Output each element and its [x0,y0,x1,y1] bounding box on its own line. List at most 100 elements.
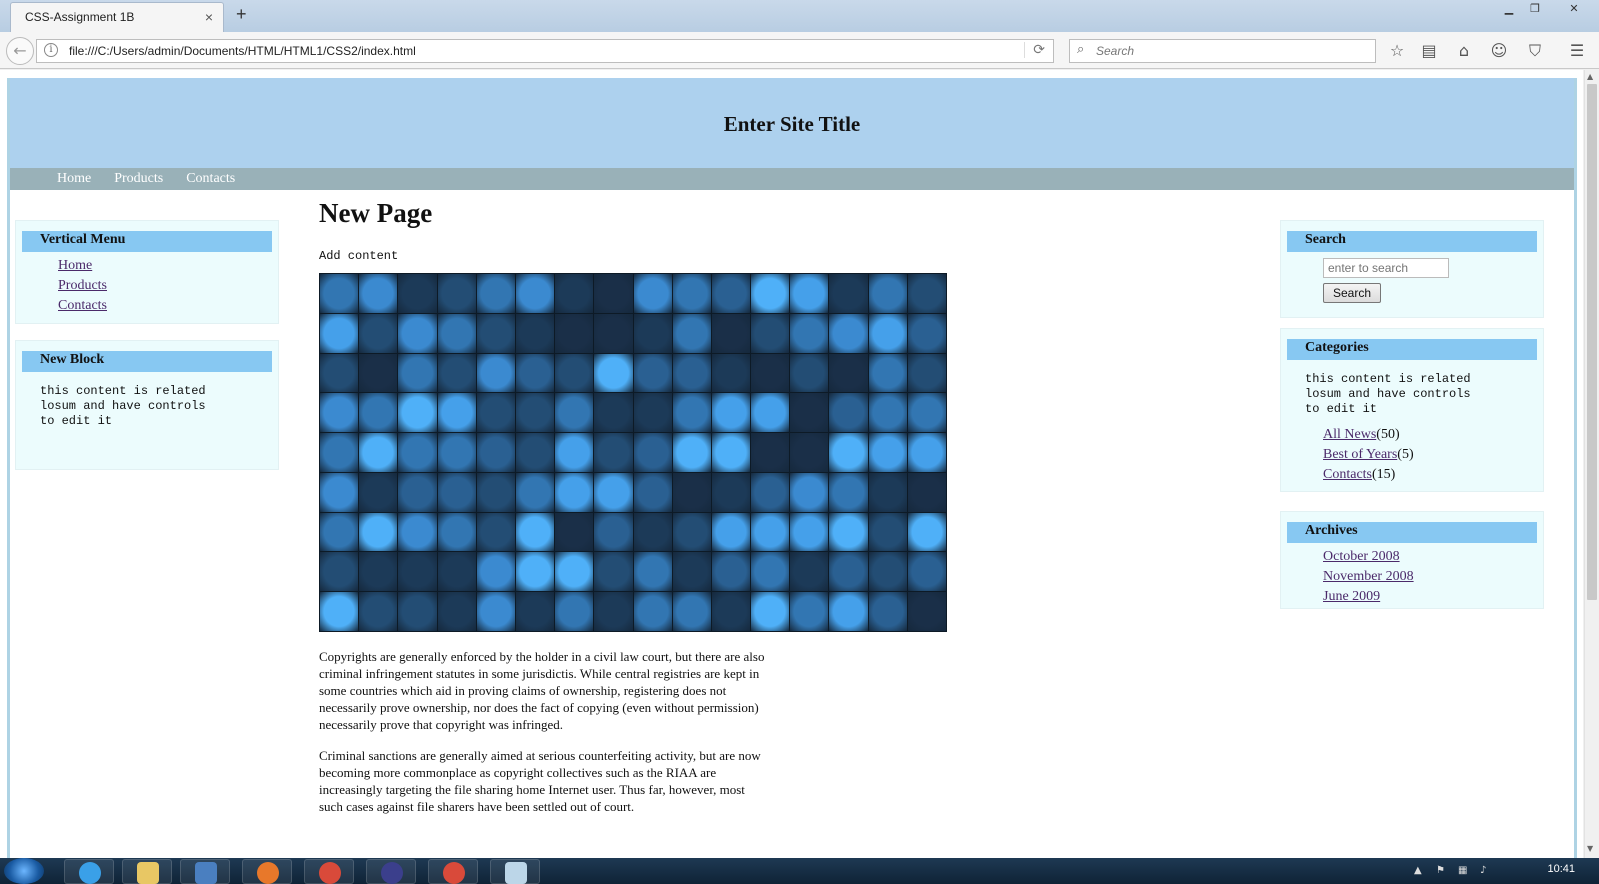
pocket-icon[interactable]: ⛉ [1524,40,1546,62]
menu-icon[interactable]: ☰ [1566,40,1588,62]
back-arrow-icon[interactable]: ← [6,37,34,65]
archives-list: October 2008 November 2008 June 2009 [1287,543,1537,605]
vertical-menu-home[interactable]: Home [58,258,92,273]
mosaic-tile [751,472,790,512]
mosaic-tile [515,393,555,433]
site-header: Enter Site Title [10,78,1574,168]
mosaic-tile [751,592,790,631]
reload-icon[interactable]: ⟳ [1024,42,1045,58]
vertical-menu-list: Home Products Contacts [22,252,272,314]
mosaic-tile [672,274,711,313]
close-window-icon[interactable]: ✕ [1556,0,1592,18]
archive-october-2008[interactable]: October 2008 [1323,549,1400,564]
home-icon[interactable]: ⌂ [1453,40,1475,62]
taskbar-clock[interactable]: 10:41 [1547,863,1575,875]
mosaic-tile [398,313,437,353]
page-viewport: Enter Site Title Home Products Contacts … [0,70,1583,858]
mosaic-tile [515,472,555,512]
close-tab-icon[interactable]: × [205,9,213,25]
tray-arrow-icon[interactable]: ▲ [1414,865,1422,876]
category-item: Contacts(15) [1323,467,1537,483]
mosaic-tile [633,472,672,512]
restore-icon[interactable]: ❐ [1524,0,1546,18]
archive-november-2008[interactable]: November 2008 [1323,569,1414,584]
notepad-icon[interactable] [490,859,540,884]
page-scrollbar[interactable]: ▲ ▼ [1584,70,1599,858]
new-block-text: this content is related losum and have c… [40,384,206,428]
mosaic-tile [594,313,633,353]
blue-tile-image [319,273,947,632]
mosaic-tile [672,353,711,393]
mosaic-tile [711,592,751,631]
site-search-button[interactable]: Search [1323,283,1381,303]
mosaic-tile [907,552,946,592]
bookmark-star-icon[interactable]: ☆ [1386,40,1408,62]
mosaic-tile [320,393,359,433]
eclipse-icon[interactable] [366,859,416,884]
site-search-input[interactable] [1323,258,1449,278]
mosaic-tile [829,313,868,353]
browser-search-input[interactable]: ⌕ Search [1069,39,1376,63]
tray-network-icon[interactable]: ▦ [1458,865,1467,876]
mosaic-tile [751,353,790,393]
mosaic-tile [476,512,515,552]
topnav-contacts[interactable]: Contacts [186,171,235,186]
mosaic-tile [359,353,398,393]
vertical-menu-contacts[interactable]: Contacts [58,298,107,313]
chrome-icon[interactable] [304,859,354,884]
mosaic-tile [594,433,633,472]
mosaic-tile [907,393,946,433]
mosaic-tile [515,552,555,592]
scroll-down-icon[interactable]: ▼ [1587,844,1593,853]
vertical-menu-products[interactable]: Products [58,278,107,293]
tray-flag-icon[interactable]: ⚑ [1436,865,1445,876]
category-all-news[interactable]: All News [1323,427,1376,442]
category-item: All News(50) [1323,427,1537,443]
mosaic-tile [437,353,476,393]
address-bar[interactable]: i file:///C:/Users/admin/Documents/HTML/… [36,39,1054,63]
mosaic-tile [476,592,515,631]
reading-list-icon[interactable]: ▤ [1418,40,1440,62]
mosaic-tile [790,512,829,552]
category-best-of-years[interactable]: Best of Years [1323,447,1397,462]
search-block-title: Search [1287,231,1537,252]
mosaic-tile [359,552,398,592]
media-player-icon[interactable] [180,859,230,884]
browser-tab-active[interactable]: CSS-Assignment 1B × [10,2,224,32]
category-contacts[interactable]: Contacts [1323,467,1372,482]
firefox-icon[interactable] [242,859,292,884]
mosaic-tile [476,353,515,393]
mosaic-tile [790,353,829,393]
mosaic-tile [829,512,868,552]
new-block-title: New Block [22,351,272,372]
scroll-up-icon[interactable]: ▲ [1587,72,1593,81]
browser-search-placeholder: Search [1096,44,1135,58]
new-tab-button[interactable]: + [236,4,247,25]
chat-icon[interactable]: ☺ [1488,40,1510,62]
mosaic-tile [868,472,907,512]
start-button-icon[interactable] [4,858,44,884]
minimize-icon[interactable]: ▁ [1498,0,1520,18]
archive-june-2009[interactable]: June 2009 [1323,589,1380,604]
topnav-products[interactable]: Products [114,171,163,186]
mosaic-tile [672,512,711,552]
info-icon[interactable]: i [44,43,58,57]
mosaic-tile [398,592,437,631]
internet-explorer-icon[interactable] [64,859,114,884]
mosaic-tile [790,393,829,433]
mosaic-tile [476,472,515,512]
scroll-thumb[interactable] [1587,84,1597,600]
topnav-home[interactable]: Home [57,171,91,186]
file-explorer-icon[interactable] [122,859,172,884]
mosaic-tile [868,552,907,592]
mosaic-tile [829,472,868,512]
mosaic-tile [320,512,359,552]
mosaic-tile [398,433,437,472]
chrome-icon[interactable] [428,859,478,884]
search-icon: ⌕ [1077,42,1085,57]
mosaic-tile [868,433,907,472]
mosaic-tile [359,433,398,472]
mosaic-tile [398,274,437,313]
tray-volume-icon[interactable]: ♪ [1480,865,1486,876]
mosaic-tile [437,274,476,313]
